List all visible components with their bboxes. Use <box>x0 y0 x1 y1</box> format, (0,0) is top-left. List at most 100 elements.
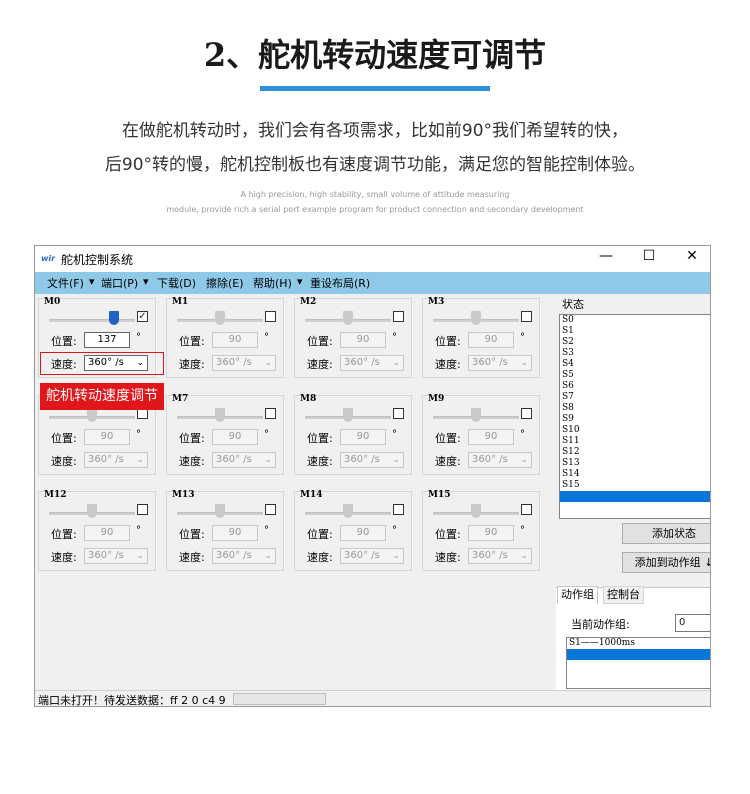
position-slider-thumb[interactable] <box>343 311 353 325</box>
action-list[interactable]: S1——1000ms <box>566 637 710 689</box>
speed-select[interactable]: 360° /s ⌄ <box>340 452 404 468</box>
position-input[interactable]: 137 <box>84 332 130 348</box>
state-list-item[interactable]: S4 <box>560 359 710 370</box>
state-list-item[interactable]: S7 <box>560 392 710 403</box>
speed-select[interactable]: 360° /s ⌄ <box>212 452 276 468</box>
servo-group: M8 位置: 90 ° 速度: 360° /s ⌄ <box>294 394 412 475</box>
state-list-item[interactable]: S12 <box>560 447 710 458</box>
speed-select[interactable]: 360° /s ⌄ <box>468 452 532 468</box>
progress-bar <box>233 693 326 705</box>
intro-line-1: 在做舵机转动时，我们会有各项需求，比如前90°我们希望转的快， <box>121 121 629 141</box>
state-list-item[interactable]: S6 <box>560 381 710 392</box>
servo-enable-checkbox[interactable] <box>265 311 276 322</box>
maximize-button[interactable]: ☐ <box>634 248 664 264</box>
minimize-button[interactable]: — <box>591 248 621 264</box>
position-input[interactable]: 90 <box>84 525 130 541</box>
position-slider-thumb[interactable] <box>471 408 481 422</box>
servo-enable-checkbox[interactable] <box>521 311 532 322</box>
state-list-item[interactable]: S15 <box>560 480 710 491</box>
speed-select[interactable]: 360° /s ⌄ <box>212 355 276 371</box>
speed-select[interactable]: 360° /s ⌄ <box>340 548 404 564</box>
state-list-item[interactable]: S0 <box>560 315 710 326</box>
action-list-item[interactable]: S1——1000ms <box>567 638 710 649</box>
menu-erase[interactable]: 擦除(E) <box>206 275 244 291</box>
position-input[interactable]: 90 <box>468 332 514 348</box>
tab-console[interactable]: 控制台 <box>603 586 644 604</box>
servo-enable-checkbox[interactable] <box>521 504 532 515</box>
servo-enable-checkbox[interactable] <box>393 504 404 515</box>
position-input[interactable]: 90 <box>340 429 386 445</box>
speed-select[interactable]: 360° /s ⌄ <box>340 355 404 371</box>
position-slider-thumb[interactable] <box>215 408 225 422</box>
action-list-selected-row[interactable] <box>567 649 710 660</box>
position-slider-thumb[interactable] <box>87 408 97 422</box>
position-input[interactable]: 90 <box>84 429 130 445</box>
position-slider-thumb[interactable] <box>471 311 481 325</box>
current-group-input[interactable]: 0 <box>675 614 710 632</box>
servo-group: M3 位置: 90 ° 速度: 360° /s ⌄ <box>422 297 540 378</box>
position-label: 位置: <box>51 432 77 445</box>
servo-name: M2 <box>300 297 317 307</box>
state-list-item[interactable]: S11 <box>560 436 710 447</box>
chevron-down-icon: ⌄ <box>264 358 272 368</box>
position-slider-thumb[interactable] <box>471 504 481 518</box>
state-list-item[interactable]: S5 <box>560 370 710 381</box>
tab-action-group[interactable]: 动作组 <box>557 586 598 604</box>
state-list-item[interactable]: S2 <box>560 337 710 348</box>
position-slider-thumb[interactable] <box>215 504 225 518</box>
position-slider-thumb[interactable] <box>215 311 225 325</box>
servo-name: M3 <box>428 297 445 307</box>
position-slider-thumb[interactable] <box>87 504 97 518</box>
add-state-button[interactable]: 添加状态 <box>622 523 710 544</box>
state-list-item[interactable]: S8 <box>560 403 710 414</box>
state-list[interactable]: S0 S1 S2 S3 S4 S5 S6 S7 S8 S9 S10 S11 S12 S13 S14 S15 <box>559 314 710 519</box>
state-list-item[interactable]: S3 <box>560 348 710 359</box>
speed-select[interactable]: 360° /s ⌄ <box>84 452 148 468</box>
servo-enable-checkbox[interactable] <box>393 408 404 419</box>
position-input[interactable]: 90 <box>340 525 386 541</box>
position-input[interactable]: 90 <box>212 525 258 541</box>
position-input[interactable]: 90 <box>340 332 386 348</box>
position-slider-track[interactable] <box>49 319 135 322</box>
chevron-down-icon: ⌄ <box>136 455 144 465</box>
state-list-item[interactable]: S14 <box>560 469 710 480</box>
position-input[interactable]: 90 <box>468 525 514 541</box>
menu-help[interactable]: 帮助(H) <box>253 275 292 291</box>
speed-select[interactable]: 360° /s ⌄ <box>212 548 276 564</box>
menu-download[interactable]: 下载(D) <box>157 275 196 291</box>
close-button[interactable]: ✕ <box>677 248 707 264</box>
servo-enable-checkbox[interactable] <box>137 504 148 515</box>
servo-name: M1 <box>172 297 189 307</box>
speed-label: 速度: <box>51 551 77 564</box>
state-list-item[interactable]: S10 <box>560 425 710 436</box>
speed-select[interactable]: 360° /s ⌄ <box>468 548 532 564</box>
servo-enable-checkbox[interactable]: ✓ <box>137 311 148 322</box>
servo-enable-checkbox[interactable] <box>393 311 404 322</box>
servo-enable-checkbox[interactable] <box>521 408 532 419</box>
position-input[interactable]: 90 <box>468 429 514 445</box>
position-input[interactable]: 90 <box>212 332 258 348</box>
servo-enable-checkbox[interactable] <box>265 504 276 515</box>
menu-port[interactable]: 端口(P) <box>101 275 138 291</box>
state-list-item[interactable]: S13 <box>560 458 710 469</box>
intro-line-2: 后90°转的慢，舵机控制板也有速度调节功能，满足您的智能控制体验。 <box>104 155 646 175</box>
position-slider-thumb[interactable] <box>109 311 119 325</box>
servo-enable-checkbox[interactable] <box>265 408 276 419</box>
position-input[interactable]: 90 <box>212 429 258 445</box>
state-list-selected-row[interactable] <box>560 491 710 502</box>
menu-bar: 文件(F) ▾ 端口(P) ▾ 下载(D) 擦除(E) 帮助(H) ▾ 重设布局… <box>35 272 710 294</box>
speed-value: 360° /s <box>472 357 508 368</box>
speed-label: 速度: <box>51 455 77 468</box>
position-label: 位置: <box>307 432 333 445</box>
speed-select[interactable]: 360° /s ⌄ <box>468 355 532 371</box>
speed-select[interactable]: 360° /s ⌄ <box>84 548 148 564</box>
position-slider-thumb[interactable] <box>343 504 353 518</box>
position-slider-thumb[interactable] <box>343 408 353 422</box>
state-list-item[interactable]: S9 <box>560 414 710 425</box>
menu-reset-layout[interactable]: 重设布局(R) <box>310 275 370 291</box>
menu-file[interactable]: 文件(F) <box>47 275 84 291</box>
chevron-down-icon: ⌄ <box>392 455 400 465</box>
servo-name: M8 <box>300 394 317 404</box>
add-to-action-group-button[interactable]: 添加到动作组 ↓ <box>622 552 710 573</box>
state-list-item[interactable]: S1 <box>560 326 710 337</box>
